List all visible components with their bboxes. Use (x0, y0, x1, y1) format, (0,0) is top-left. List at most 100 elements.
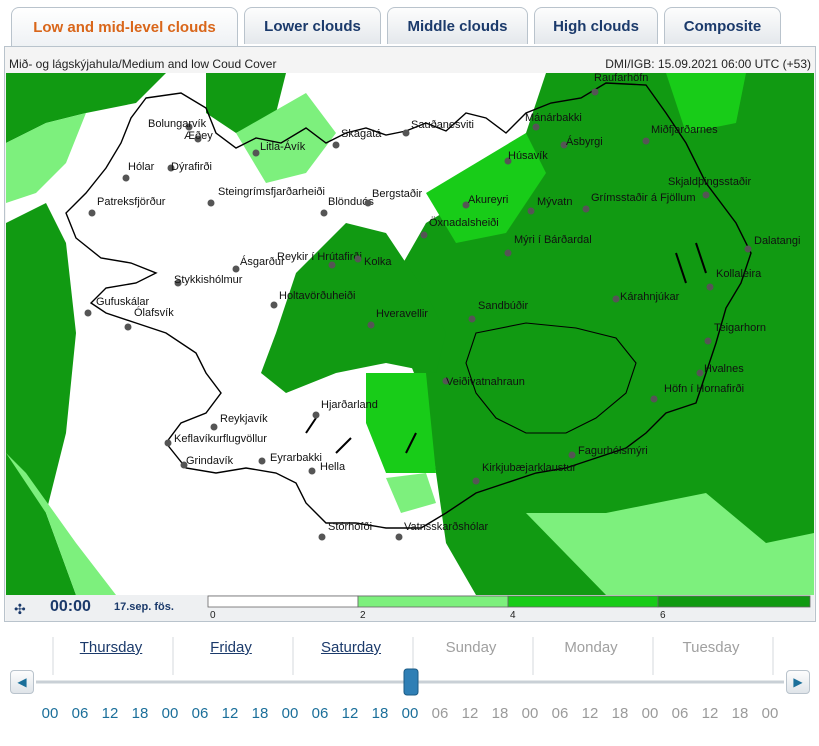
station-label: Akureyri (468, 194, 508, 206)
hour-label[interactable]: 06 (65, 705, 95, 722)
station-label: Hjarðarland (321, 399, 378, 411)
hour-label[interactable]: 12 (215, 705, 245, 722)
hour-label: 18 (611, 705, 629, 722)
hour-label[interactable]: 18 (245, 705, 275, 722)
legend-swatch-3 (657, 595, 811, 608)
station-label: Öxnadalsheiði (429, 217, 499, 229)
hour-label[interactable]: 12 (335, 705, 365, 722)
station-label: Sandbúðir (478, 300, 528, 312)
timeline-track[interactable] (0, 625, 819, 746)
station-label: Mývatn (537, 196, 572, 208)
station-label: Reykjavík (220, 413, 268, 425)
station-label: Raufarhöfn (594, 73, 648, 84)
station-label: Höfn í Hornafirði (664, 383, 744, 395)
hour-label[interactable]: 06 (305, 705, 335, 722)
station-label: Stykkishólmur (174, 274, 243, 286)
hour-label[interactable]: 18 (365, 705, 395, 722)
station-label: Æðey (184, 130, 213, 142)
station-label: Hólar (128, 161, 155, 173)
station-label: Grindavík (186, 455, 234, 467)
station-label: Hvalnes (704, 363, 744, 375)
hour-label: 12 (461, 705, 479, 722)
station-label: Grímsstaðir á Fjöllum (591, 192, 696, 204)
station-label: Kollaleira (716, 268, 762, 280)
station-dot (364, 199, 372, 207)
station-label: Sauðanesviti (411, 119, 474, 131)
hour-label[interactable]: 18 (125, 705, 155, 722)
station-dot (122, 174, 130, 182)
timeline-slider-handle[interactable] (403, 668, 419, 696)
tab-composite[interactable]: Composite (664, 7, 781, 44)
hour-label: 00 (641, 705, 659, 722)
station-dot (420, 231, 428, 239)
legend-swatch-1 (357, 595, 509, 608)
station-label: Eyrarbakki (270, 452, 322, 464)
station-dot (568, 451, 576, 459)
station-label: Kolka (364, 256, 392, 268)
legend-swatch-2 (507, 595, 659, 608)
station-dot (312, 411, 320, 419)
station-label: Fagurhólsmýri (578, 445, 648, 457)
station-dot (318, 533, 326, 541)
station-label: Mánárbakki (525, 112, 582, 124)
legend-tick: 2 (360, 610, 366, 621)
station-label: Reykir í Hrútafirði (277, 251, 362, 263)
hour-label: 00 (521, 705, 539, 722)
tab-high-clouds[interactable]: High clouds (534, 7, 658, 44)
station-dot (612, 295, 620, 303)
station-label: Hella (320, 461, 346, 473)
station-dot (84, 309, 92, 317)
station-dot (258, 457, 266, 465)
map-title: Mið- og lágskýjahula/Medium and low Coud… (9, 57, 277, 71)
station-dot (532, 123, 540, 131)
station-dot (527, 207, 535, 215)
station-label: Kárahnjúkar (620, 291, 680, 303)
station-dot (402, 129, 410, 137)
tab-lower-clouds[interactable]: Lower clouds (244, 7, 381, 44)
cloud-cover-map[interactable]: Raufarhöfn Bolungarvík Æðey Hólar Dýrafi… (6, 73, 814, 595)
hour-label[interactable]: 00 (35, 705, 65, 722)
hour-label[interactable]: 00 (155, 705, 185, 722)
legend-tick: 4 (510, 610, 516, 621)
tab-low-mid-clouds[interactable]: Low and mid-level clouds (11, 7, 238, 47)
station-dot (88, 209, 96, 217)
hour-label[interactable]: 12 (95, 705, 125, 722)
station-label: Patreksfjörður (97, 196, 166, 208)
current-date: 17.sep. fös. (114, 601, 174, 613)
station-label: Mýri í Bárðardal (514, 234, 592, 246)
station-dot (468, 315, 476, 323)
station-dot (207, 199, 215, 207)
station-dot (642, 137, 650, 145)
move-icon[interactable]: ✣ (14, 601, 26, 618)
station-dot (706, 283, 714, 291)
station-label: Húsavík (508, 150, 548, 162)
station-dot (210, 423, 218, 431)
station-label: Dýrafirði (171, 161, 212, 173)
station-label: Hveravellir (376, 308, 428, 320)
map-header: Mið- og lágskýjahula/Medium and low Coud… (5, 55, 817, 72)
tab-middle-clouds[interactable]: Middle clouds (387, 7, 528, 44)
player-bar: ✣ 00:00 17.sep. fös. 0 2 4 6 (6, 595, 814, 621)
station-label: Ólafsvík (134, 306, 174, 319)
station-label: Holtavörðuheiði (279, 290, 355, 302)
station-dot (591, 88, 599, 96)
station-label: Bolungarvík (148, 118, 207, 130)
timeline: Thursday Friday Saturday Sunday Monday T… (0, 625, 819, 746)
color-legend: 0 2 4 6 (207, 595, 811, 621)
hour-label[interactable]: 06 (185, 705, 215, 722)
hour-label: 06 (431, 705, 449, 722)
station-dot (696, 369, 704, 377)
station-label: Kirkjubæjarklaustur (482, 462, 576, 474)
station-dot (744, 245, 752, 253)
station-label: Skagatá (341, 128, 382, 140)
station-label: Bergstaðir (372, 188, 422, 200)
station-dot (650, 395, 658, 403)
hour-label: 06 (551, 705, 569, 722)
station-label: Keflavíkurflugvöllur (174, 433, 267, 445)
hour-label[interactable]: 00 (395, 705, 425, 722)
station-label: Skjaldþingsstaðir (668, 176, 751, 188)
hour-label[interactable]: 00 (275, 705, 305, 722)
station-dot (504, 249, 512, 257)
legend-tick: 6 (660, 610, 666, 621)
station-dot (395, 533, 403, 541)
